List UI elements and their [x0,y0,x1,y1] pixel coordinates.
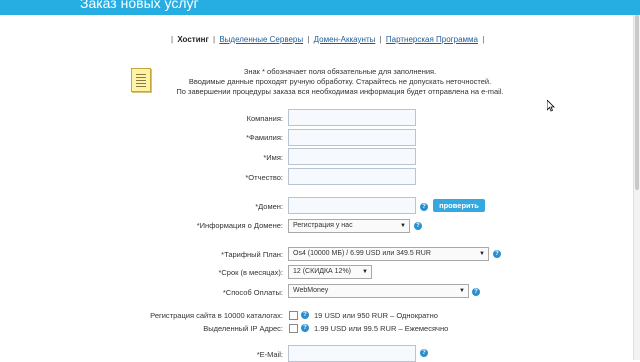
plan-select[interactable]: Os4 (10000 МБ) / 6.99 USD или 349.5 RUR … [288,247,489,261]
payment-label: *Способ Оплаты: [222,288,283,297]
instruction-line: По завершении процедуры заказа вся необх… [176,87,504,96]
lastname-field[interactable] [288,129,416,146]
plan-value: Os4 (10000 МБ) / 6.99 USD или 349.5 RUR [293,250,431,257]
chevron-down-icon: ▼ [479,251,485,257]
email-label: *E-Mail: [256,350,283,359]
nav-separator: | [482,35,485,44]
lastname-label: *Фамилия: [246,133,283,142]
notes-icon [131,68,151,92]
page-title: Заказ новых услуг [80,0,199,11]
chevron-down-icon: ▼ [400,223,406,229]
firstname-field[interactable] [288,148,416,165]
nav-separator: | [307,35,310,44]
domain-label: *Домен: [255,202,283,211]
middlename-label: *Отчество: [245,173,283,182]
help-icon[interactable]: ? [420,349,428,357]
domain-info-select[interactable]: Регистрация у нас ▼ [288,219,410,233]
chevron-down-icon: ▼ [459,288,465,294]
catalog-price: 19 USD или 950 RUR – Однократно [314,311,438,320]
nav-link-dedicated-servers[interactable]: Выделенные Серверы [219,35,303,44]
form-instructions: Знак * обозначает поля обязательные для … [160,67,520,97]
help-icon[interactable]: ? [493,250,501,258]
help-icon[interactable]: ? [301,311,309,319]
catalog-checkbox[interactable] [289,311,298,320]
domain-field[interactable] [288,197,416,214]
catalog-label: Регистрация сайта в 10000 каталогах: [150,311,283,320]
nav-separator: | [213,35,216,44]
instruction-line: Вводимые данные проходят ручную обработк… [188,77,492,86]
header-bar: Заказ новых услуг [0,0,640,15]
term-value: 12 (СКИДКА 12%) [293,268,351,275]
payment-value: WebMoney [293,287,329,294]
ip-checkbox[interactable] [289,324,298,333]
company-label: Компания: [246,114,283,123]
plan-label: *Тарифный План: [221,250,283,259]
chevron-down-icon: ▼ [362,269,368,275]
middlename-field[interactable] [288,168,416,185]
nav-link-domain-accounts[interactable]: Домен-Аккаунты [314,35,376,44]
company-field[interactable] [288,109,416,126]
help-icon[interactable]: ? [414,222,422,230]
help-icon[interactable]: ? [301,324,309,332]
domain-info-label: *Информация о Домене: [196,221,283,230]
email-field[interactable] [288,345,416,362]
nav-link-partner-program[interactable]: Партнерская Программа [386,35,478,44]
scrollbar-thumb[interactable] [635,15,639,190]
domain-info-value: Регистрация у нас [293,222,353,229]
help-icon[interactable]: ? [420,203,428,211]
payment-select[interactable]: WebMoney ▼ [288,284,469,298]
service-nav: | Хостинг | Выделенные Серверы | Домен-А… [169,35,486,44]
check-domain-button[interactable]: проверить [433,199,485,212]
ip-price: 1.99 USD или 99.5 RUR – Ежемесячно [314,324,449,333]
term-label: *Срок (в месяцах): [218,268,283,277]
nav-item-hosting: Хостинг [177,35,209,44]
ip-label: Выделенный IP Адрес: [203,324,283,333]
nav-separator: | [379,35,382,44]
term-select[interactable]: 12 (СКИДКА 12%) ▼ [288,265,372,279]
help-icon[interactable]: ? [472,288,480,296]
firstname-label: *Имя: [263,153,283,162]
mouse-cursor-icon [547,100,555,112]
instruction-line: Знак * обозначает поля обязательные для … [243,67,437,76]
nav-separator: | [171,35,174,44]
